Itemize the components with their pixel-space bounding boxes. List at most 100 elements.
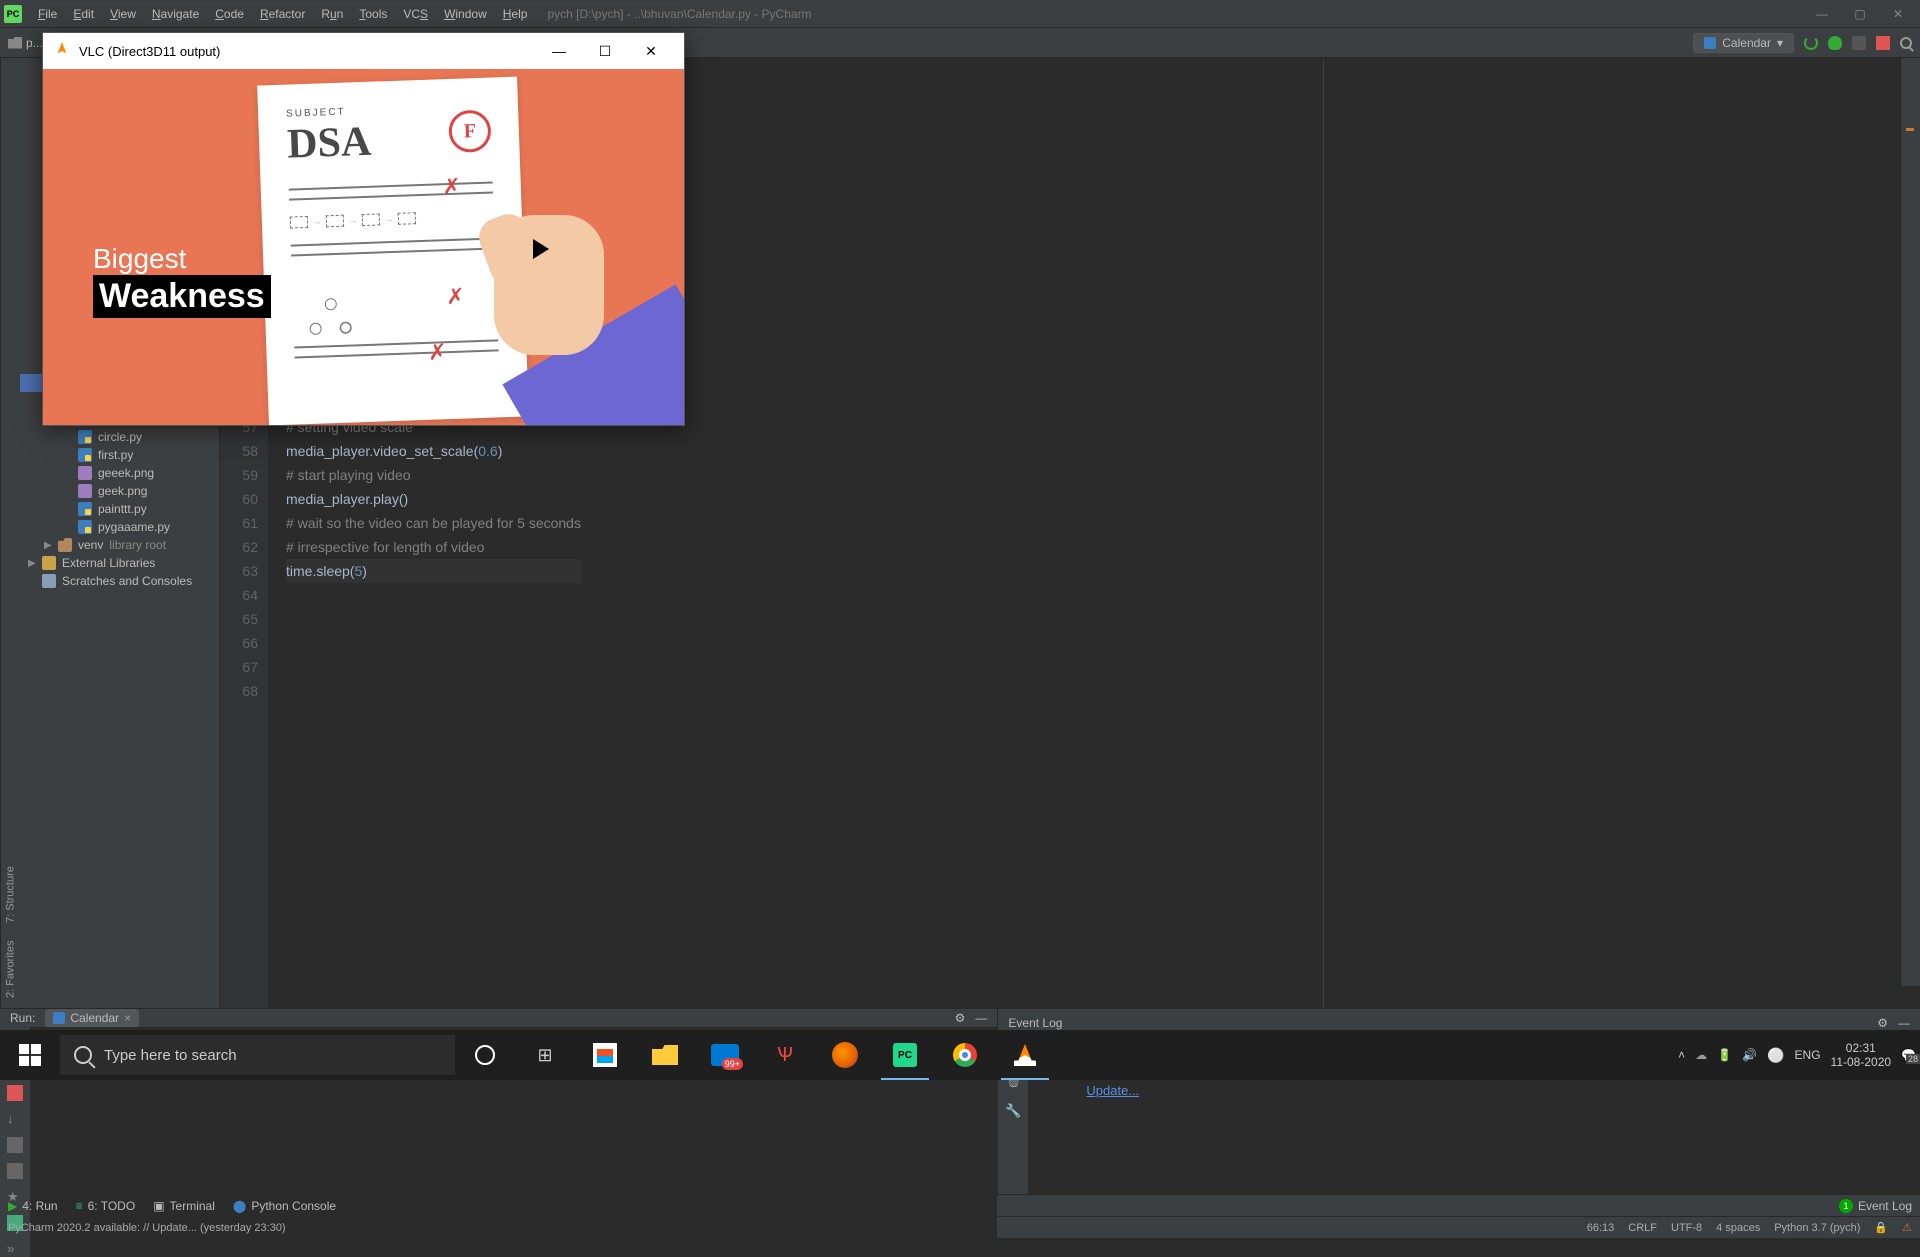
todo-tool-button[interactable]: ≡6: TODO bbox=[76, 1199, 136, 1213]
window-maximize-button[interactable]: ▢ bbox=[1850, 7, 1870, 21]
vlc-video-area[interactable]: SUBJECT DSA F →→→ ✗✗✗ Biggest Weakness bbox=[43, 69, 684, 425]
menu-run[interactable]: Run bbox=[313, 7, 351, 21]
tree-item-label: geeek.png bbox=[98, 466, 154, 480]
soft-wrap-icon[interactable] bbox=[7, 1163, 23, 1179]
run-config-label: Calendar bbox=[1722, 36, 1771, 50]
tree-arrow-icon[interactable]: ▶ bbox=[28, 558, 36, 569]
chrome-icon[interactable] bbox=[935, 1030, 995, 1080]
tree-item-geek-png[interactable]: geek.png bbox=[20, 482, 219, 500]
run-config-selector[interactable]: Calendar ▾ bbox=[1693, 33, 1794, 53]
tree-item-first-py[interactable]: first.py bbox=[20, 446, 219, 464]
debug-icon[interactable] bbox=[1828, 36, 1842, 50]
python-console-tool-button[interactable]: ⬤Python Console bbox=[233, 1199, 336, 1213]
caret-position[interactable]: 66:13 bbox=[1587, 1222, 1615, 1234]
clock[interactable]: 02:31 11-08-2020 bbox=[1831, 1041, 1892, 1070]
python-sdk[interactable]: Python 3.7 (pych) bbox=[1774, 1222, 1860, 1234]
favorites-tool-button[interactable]: 2: Favorites bbox=[3, 937, 19, 1002]
window-minimize-button[interactable]: ― bbox=[1812, 7, 1832, 21]
tree-arrow-icon[interactable]: ▶ bbox=[44, 540, 52, 551]
more-icon[interactable]: » bbox=[7, 1241, 23, 1257]
event-update-link[interactable]: Update... bbox=[1086, 1083, 1139, 1098]
tree-item-pygaaame-py[interactable]: pygaaame.py bbox=[20, 518, 219, 536]
right-tool-strip bbox=[1900, 58, 1920, 986]
tree-item-label: Scratches and Consoles bbox=[62, 574, 192, 588]
menu-code[interactable]: Code bbox=[207, 7, 252, 21]
menu-help[interactable]: Help bbox=[495, 7, 536, 21]
run-tool-button[interactable]: ▶4: Run bbox=[8, 1199, 58, 1213]
structure-tool-button[interactable]: 7: Structure bbox=[3, 862, 19, 927]
stop-icon[interactable] bbox=[7, 1085, 23, 1101]
gear-icon[interactable]: ⚙ bbox=[955, 1011, 966, 1025]
python-icon bbox=[1704, 37, 1716, 49]
layout-icon[interactable] bbox=[7, 1137, 23, 1153]
pycharm-taskbar-icon[interactable]: PC bbox=[875, 1030, 935, 1080]
task-view-icon[interactable]: ⊞ bbox=[515, 1030, 575, 1080]
menu-edit[interactable]: Edit bbox=[65, 7, 102, 21]
menu-file[interactable]: File bbox=[30, 7, 65, 21]
status-message[interactable]: PyCharm 2020.2 available: // Update... (… bbox=[8, 1222, 286, 1234]
predator-icon[interactable]: Ѱ bbox=[755, 1030, 815, 1080]
menu-view[interactable]: View bbox=[102, 7, 144, 21]
tree-item-venv[interactable]: ▶venv library root bbox=[20, 536, 219, 554]
vlc-taskbar-icon[interactable] bbox=[995, 1030, 1055, 1080]
wifi-icon[interactable]: ⚪ bbox=[1767, 1047, 1784, 1064]
vlc-title-bar[interactable]: VLC (Direct3D11 output) ― ☐ ✕ bbox=[43, 33, 684, 69]
window-close-button[interactable]: ✕ bbox=[1888, 7, 1908, 21]
menu-window[interactable]: Window bbox=[436, 7, 495, 21]
hide-pane-button[interactable]: ― bbox=[975, 1011, 987, 1025]
line-separator[interactable]: CRLF bbox=[1628, 1222, 1657, 1234]
paper-subject: SUBJECT bbox=[286, 107, 346, 120]
tree-item-scratches-and-consoles[interactable]: Scratches and Consoles bbox=[20, 572, 219, 590]
python-file-icon bbox=[78, 520, 92, 534]
encoding[interactable]: UTF-8 bbox=[1671, 1222, 1702, 1234]
start-button[interactable] bbox=[0, 1030, 60, 1080]
tree-item-label: first.py bbox=[98, 448, 133, 462]
run-tab[interactable]: Calendar × bbox=[45, 1009, 139, 1027]
menu-navigate[interactable]: Navigate bbox=[144, 7, 207, 21]
down-icon[interactable]: ↓ bbox=[7, 1111, 23, 1127]
hide-pane-button[interactable]: ― bbox=[1898, 1016, 1910, 1030]
python-icon bbox=[53, 1012, 65, 1024]
battery-icon[interactable]: 🔋 bbox=[1717, 1048, 1732, 1062]
cortana-icon[interactable] bbox=[455, 1030, 515, 1080]
terminal-tool-button[interactable]: ▣Terminal bbox=[153, 1199, 215, 1213]
stop-icon[interactable] bbox=[1876, 36, 1890, 50]
wrench-icon[interactable]: 🔧 bbox=[1005, 1103, 1021, 1119]
lock-icon[interactable]: 🔒 bbox=[1874, 1221, 1888, 1234]
taskbar-search[interactable]: Type here to search bbox=[60, 1035, 455, 1075]
tree-item-suffix: library root bbox=[109, 538, 166, 552]
menu-vcs[interactable]: VCS bbox=[395, 7, 436, 21]
windows-taskbar: Type here to search ⊞ 99+ Ѱ PC ˄ ☁ 🔋 🔊 ⚪… bbox=[0, 1030, 1920, 1080]
tree-item-circle-py[interactable]: circle.py bbox=[20, 428, 219, 446]
search-icon[interactable] bbox=[1900, 37, 1912, 49]
tree-item-painttt-py[interactable]: painttt.py bbox=[20, 500, 219, 518]
coverage-icon[interactable] bbox=[1852, 36, 1866, 50]
firefox-icon[interactable] bbox=[815, 1030, 875, 1080]
mail-icon[interactable]: 99+ bbox=[695, 1030, 755, 1080]
vlc-window[interactable]: VLC (Direct3D11 output) ― ☐ ✕ SUBJECT DS… bbox=[42, 32, 685, 426]
event-log-tool-button[interactable]: 1Event Log bbox=[1839, 1199, 1912, 1213]
onedrive-icon[interactable]: ☁ bbox=[1695, 1048, 1707, 1062]
vlc-maximize-button[interactable]: ☐ bbox=[582, 43, 628, 60]
volume-icon[interactable]: 🔊 bbox=[1742, 1048, 1757, 1062]
language-indicator[interactable]: ENG bbox=[1795, 1048, 1821, 1062]
vlc-close-button[interactable]: ✕ bbox=[628, 43, 674, 60]
action-center-icon[interactable]: 💬28 bbox=[1901, 1048, 1916, 1062]
inspector-icon[interactable]: ⚠ bbox=[1902, 1221, 1912, 1234]
file-explorer-icon[interactable] bbox=[635, 1030, 695, 1080]
tree-item-external-libraries[interactable]: ▶External Libraries bbox=[20, 554, 219, 572]
store-icon[interactable] bbox=[575, 1030, 635, 1080]
image-file-icon bbox=[78, 466, 92, 480]
vlc-minimize-button[interactable]: ― bbox=[536, 43, 582, 59]
close-tab-icon[interactable]: × bbox=[124, 1011, 131, 1025]
tree-item-geeek-png[interactable]: geeek.png bbox=[20, 464, 219, 482]
menu-tools[interactable]: Tools bbox=[351, 7, 395, 21]
indent[interactable]: 4 spaces bbox=[1716, 1222, 1760, 1234]
tray-chevron-icon[interactable]: ˄ bbox=[1678, 1048, 1685, 1062]
breadcrumb-label: p... bbox=[26, 36, 43, 50]
gear-icon[interactable]: ⚙ bbox=[1877, 1016, 1888, 1030]
rerun-icon[interactable] bbox=[1804, 36, 1818, 50]
menu-refactor[interactable]: Refactor bbox=[252, 7, 313, 21]
breadcrumb[interactable]: p... bbox=[8, 36, 43, 50]
error-stripe-marker[interactable] bbox=[1906, 128, 1914, 131]
